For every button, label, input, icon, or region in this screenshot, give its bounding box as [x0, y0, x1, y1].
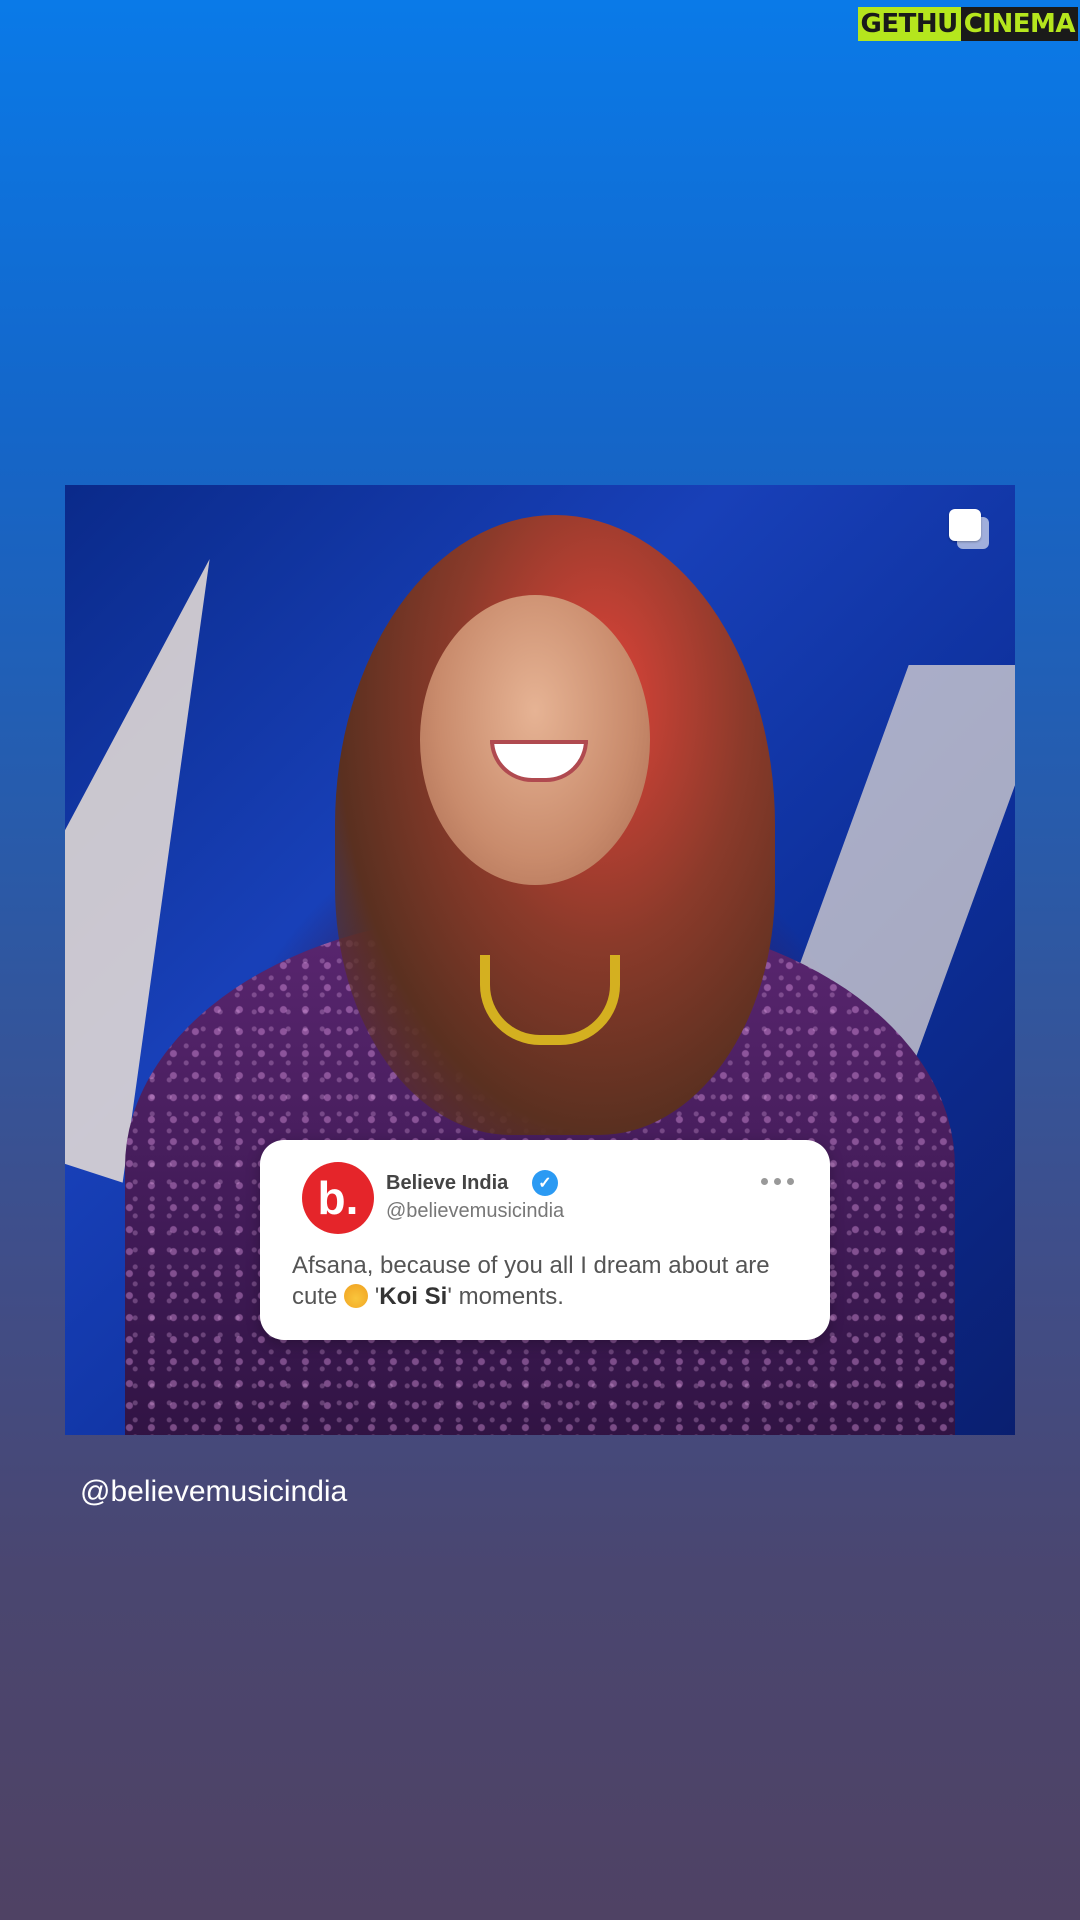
- tweet-quote-open: ': [368, 1283, 380, 1310]
- tweet-author-name: Believe India: [386, 1172, 509, 1194]
- believe-avatar: b.: [302, 1162, 374, 1234]
- more-options-icon: [761, 1178, 794, 1185]
- tweet-card: b. Believe India ✓ @believemusicindia Af…: [260, 1140, 830, 1340]
- tweet-author-handle: @believemusicindia: [386, 1200, 565, 1222]
- mention-caption[interactable]: @believemusicindia: [80, 1475, 347, 1509]
- watermark-part1: GETHU: [857, 7, 961, 41]
- verified-badge-icon: ✓: [532, 1170, 558, 1196]
- tweet-text-after: moments.: [451, 1283, 564, 1310]
- carousel-multiple-icon: [949, 509, 989, 549]
- watermark-part2: CINEMA: [960, 7, 1078, 41]
- gethu-cinema-watermark: GETHU CINEMA: [857, 6, 1078, 42]
- tweet-text: Afsana, because of you all I dream about…: [292, 1250, 802, 1312]
- post-image[interactable]: b. Believe India ✓ @believemusicindia Af…: [65, 485, 1015, 1435]
- smiling-hearts-emoji-icon: [344, 1284, 369, 1308]
- tweet-text-bold: Koi Si: [379, 1283, 448, 1310]
